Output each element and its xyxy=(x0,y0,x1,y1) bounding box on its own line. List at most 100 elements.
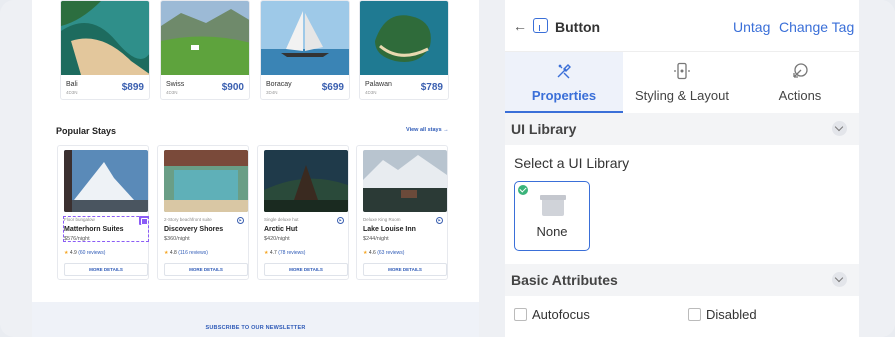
destination-duration: 3D4N xyxy=(266,90,278,95)
page-preview: Bali 4D3N $899 Swiss 4D3N $900 Boracay 3… xyxy=(32,0,479,337)
stay-type: 2-Story beachfront suite xyxy=(164,217,212,222)
rating-value: 4.6 xyxy=(368,250,376,256)
stay-card[interactable]: Floor bungalow Matterhorn Suites $576/ni… xyxy=(57,145,149,280)
tab-properties[interactable]: Properties xyxy=(505,52,623,113)
more-details-button[interactable]: MORE DETAILS xyxy=(264,263,348,276)
destination-card[interactable]: Palawan 4D3N $789 xyxy=(359,0,449,100)
destination-name: Bali xyxy=(66,81,78,88)
panel-header: ← Button Untag Change Tag xyxy=(505,0,859,52)
rating-value: 4.8 xyxy=(169,250,177,256)
destination-price: $900 xyxy=(221,82,244,93)
stay-image xyxy=(164,150,248,212)
destination-duration: 4D3N xyxy=(365,90,377,95)
tab-label: Styling & Layout xyxy=(635,88,729,103)
untag-link[interactable]: Untag xyxy=(733,19,770,35)
autofocus-checkbox[interactable] xyxy=(514,308,527,321)
newsletter-label: SUBSCRIBE TO OUR NEWSLETTER xyxy=(205,325,306,331)
disabled-checkbox[interactable] xyxy=(688,308,701,321)
ui-library-section-header[interactable]: UI Library xyxy=(505,113,859,145)
rating-value: 4.9 xyxy=(69,250,77,256)
tab-actions[interactable]: Actions xyxy=(741,52,859,113)
stay-type: Single deluxe hut xyxy=(264,217,299,222)
review-count: (78 reviews) xyxy=(278,250,306,256)
tab-label: Properties xyxy=(531,88,597,103)
more-details-button[interactable]: MORE DETAILS xyxy=(363,263,447,276)
stay-price: $420/night xyxy=(264,236,290,242)
stay-name: Arctic Hut xyxy=(264,226,298,233)
stay-price: $360/night xyxy=(164,236,190,242)
destination-name: Palawan xyxy=(365,81,392,88)
destination-name: Swiss xyxy=(166,81,185,88)
stay-rating: ★ 4.8 (116 reviews) xyxy=(164,250,208,256)
basic-attributes-section-header[interactable]: Basic Attributes xyxy=(505,264,859,296)
select-ui-library-label: Select a UI Library xyxy=(514,155,630,171)
section-heading: UI Library xyxy=(511,121,577,137)
stay-rating: ★ 4.9 (60 reviews) xyxy=(64,250,105,256)
star-icon: ★ xyxy=(164,250,169,256)
stay-card[interactable]: Single deluxe hut ▶ Arctic Hut $420/nigh… xyxy=(257,145,349,280)
panel-title: Button xyxy=(555,19,601,35)
stay-image xyxy=(264,150,348,212)
app-frame: Bali 4D3N $899 Swiss 4D3N $900 Boracay 3… xyxy=(0,0,895,337)
box-icon xyxy=(540,195,566,216)
stay-price: $244/night xyxy=(363,236,389,242)
chevron-down-icon[interactable] xyxy=(832,272,847,287)
destination-price: $789 xyxy=(420,82,443,93)
view-all-stays-label: View all stays xyxy=(406,127,442,133)
action-icon xyxy=(793,63,808,78)
stay-name: Discovery Shores xyxy=(164,226,224,233)
review-count: (63 reviews) xyxy=(377,250,405,256)
play-icon[interactable]: ▶ xyxy=(237,217,244,224)
stay-name: Lake Louise Inn xyxy=(363,226,416,233)
selected-element-outline[interactable] xyxy=(63,216,149,242)
destination-image xyxy=(61,1,149,75)
more-details-button[interactable]: MORE DETAILS xyxy=(164,263,248,276)
destination-name: Boracay xyxy=(266,81,292,88)
disabled-label: Disabled xyxy=(706,307,757,322)
popular-stays-title: Popular Stays xyxy=(56,126,117,136)
star-icon: ★ xyxy=(264,250,269,256)
review-count: (116 reviews) xyxy=(178,250,208,256)
review-count: (60 reviews) xyxy=(78,250,106,256)
tools-icon xyxy=(557,64,571,79)
right-gutter xyxy=(859,0,895,337)
play-icon[interactable]: ▶ xyxy=(436,217,443,224)
autofocus-label: Autofocus xyxy=(532,307,590,322)
stay-image xyxy=(363,150,447,212)
chevron-down-icon[interactable] xyxy=(832,121,847,136)
rating-value: 4.7 xyxy=(269,250,277,256)
destination-card[interactable]: Bali 4D3N $899 xyxy=(60,0,150,100)
destination-image xyxy=(261,1,349,75)
change-tag-link[interactable]: Change Tag xyxy=(779,19,854,35)
view-all-stays-link[interactable]: View all stays → xyxy=(406,127,449,133)
arrow-right-icon: → xyxy=(443,127,449,133)
stay-rating: ★ 4.7 (78 reviews) xyxy=(264,250,305,256)
properties-panel: ← Button Untag Change Tag Properties Sty… xyxy=(505,0,859,337)
destination-duration: 4D3N xyxy=(166,90,178,95)
destination-card[interactable]: Swiss 4D3N $900 xyxy=(160,0,250,100)
destination-duration: 4D3N xyxy=(66,90,78,95)
ui-library-option-none[interactable]: None xyxy=(514,181,590,251)
check-icon xyxy=(518,185,528,195)
star-icon: ★ xyxy=(363,250,368,256)
destination-card[interactable]: Boracay 3D4N $699 xyxy=(260,0,350,100)
newsletter-section: SUBSCRIBE TO OUR NEWSLETTER xyxy=(32,302,479,337)
selection-handle-icon[interactable] xyxy=(139,216,148,225)
stay-card[interactable]: Deluxe King Room ▶ Lake Louise Inn $244/… xyxy=(356,145,448,280)
tab-label: Actions xyxy=(778,88,822,103)
tab-styling-layout[interactable]: Styling & Layout xyxy=(623,52,741,113)
button-component-icon xyxy=(533,18,548,33)
star-icon: ★ xyxy=(64,250,69,256)
more-details-button[interactable]: MORE DETAILS xyxy=(64,263,148,276)
phone-layout-icon xyxy=(674,62,690,80)
play-icon[interactable]: ▶ xyxy=(337,217,344,224)
stay-rating: ★ 4.6 (63 reviews) xyxy=(363,250,404,256)
stay-image xyxy=(64,150,148,212)
ui-library-option-label: None xyxy=(536,224,568,239)
stay-card[interactable]: 2-Story beachfront suite ▶ Discovery Sho… xyxy=(157,145,249,280)
section-heading: Basic Attributes xyxy=(511,272,618,288)
back-arrow-icon[interactable]: ← xyxy=(513,18,527,34)
destination-price: $699 xyxy=(321,82,344,93)
panel-tabs: Properties Styling & Layout Actions xyxy=(505,52,859,113)
destination-image xyxy=(360,1,448,75)
